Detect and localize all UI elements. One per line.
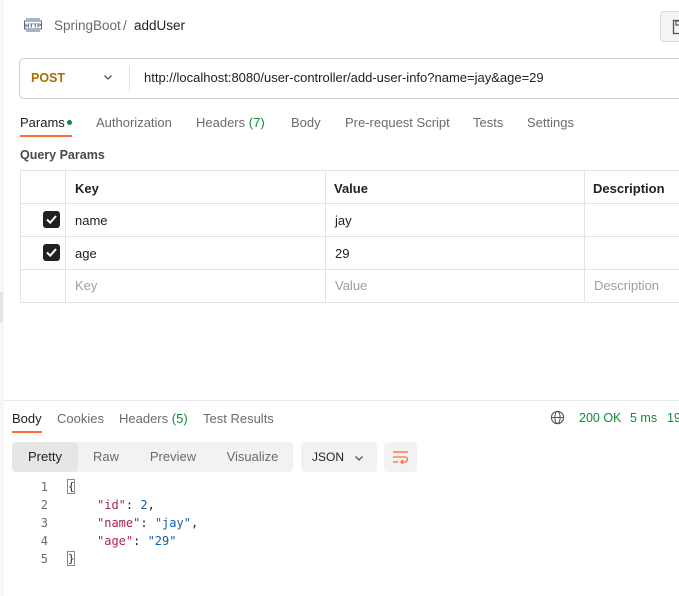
tab-pre-request-script[interactable]: Pre-request Script <box>345 115 450 130</box>
tab-count: (7) <box>248 115 265 130</box>
response-divider <box>4 400 679 401</box>
http-icon: HTTP <box>24 18 42 32</box>
tab-body[interactable]: Body <box>291 115 321 130</box>
chevron-down-icon[interactable] <box>103 72 113 82</box>
tab-headers[interactable]: Headers (7) <box>196 115 265 130</box>
response-status[interactable]: 200 OK <box>579 411 621 425</box>
line-number: 3 <box>40 516 48 530</box>
active-response-tab-underline <box>12 431 42 433</box>
view-visualize-button[interactable]: Visualize <box>212 442 293 472</box>
active-tab-underline <box>20 135 72 137</box>
response-size[interactable]: 19 <box>667 411 679 425</box>
tab-count: (5) <box>171 411 188 426</box>
response-tab-cookies[interactable]: Cookies <box>57 411 104 426</box>
tab-tests[interactable]: Tests <box>473 115 503 130</box>
json-value: "jay" <box>154 516 191 530</box>
line-number: 2 <box>40 498 48 512</box>
column-header-description: Description <box>593 181 665 196</box>
globe-icon[interactable] <box>550 410 565 425</box>
tab-label: Authorization <box>96 115 172 130</box>
line-number: 4 <box>40 534 48 548</box>
json-line: "id": 2, <box>97 498 155 512</box>
checkmark-icon <box>46 248 57 258</box>
table-column-divider <box>584 170 585 303</box>
gutter-resize-handle[interactable] <box>0 292 3 322</box>
breadcrumb-request-name[interactable]: addUser <box>134 18 185 33</box>
new-param-description-input[interactable]: Description <box>594 278 659 293</box>
json-close-brace: } <box>67 551 75 566</box>
column-header-key: Key <box>75 181 99 196</box>
url-input[interactable]: http://localhost:8080/user-controller/ad… <box>144 70 544 85</box>
save-button[interactable] <box>660 11 679 42</box>
table-divider <box>20 203 679 204</box>
wrap-lines-icon <box>393 451 409 465</box>
tab-label: Cookies <box>57 411 104 426</box>
json-key: "name" <box>97 516 141 530</box>
format-label: JSON <box>312 450 345 464</box>
param-key[interactable]: age <box>75 246 97 261</box>
param-checkbox[interactable] <box>43 244 60 261</box>
svg-text:HTTP: HTTP <box>25 24 41 30</box>
json-key: "age" <box>97 534 134 548</box>
url-divider <box>129 66 130 91</box>
response-tab-headers[interactable]: Headers (5) <box>119 411 188 426</box>
param-value[interactable]: 29 <box>335 246 349 261</box>
method-select[interactable]: POST <box>31 71 65 85</box>
view-preview-button[interactable]: Preview <box>134 442 212 472</box>
table-column-divider <box>325 170 326 303</box>
response-tab-body[interactable]: Body <box>12 411 42 426</box>
chevron-down-icon <box>355 456 363 461</box>
param-checkbox[interactable] <box>43 211 60 228</box>
tab-params[interactable]: Params <box>20 115 65 130</box>
line-number: 1 <box>40 480 48 494</box>
new-param-value-input[interactable]: Value <box>335 278 367 293</box>
breadcrumb-collection[interactable]: SpringBoot <box>54 18 121 33</box>
view-pretty-button[interactable]: Pretty <box>12 442 78 472</box>
view-raw-button[interactable]: Raw <box>78 442 134 472</box>
table-column-divider <box>65 170 66 303</box>
response-time[interactable]: 5 ms <box>630 411 657 425</box>
tab-label: Settings <box>527 115 574 130</box>
response-tab-test-results[interactable]: Test Results <box>203 411 274 426</box>
json-line: "age": "29" <box>97 534 177 548</box>
json-open-brace: { <box>67 479 75 494</box>
tab-label: Pre-request Script <box>345 115 450 130</box>
line-number: 5 <box>40 552 48 566</box>
tab-label: Headers <box>119 411 169 426</box>
tab-settings[interactable]: Settings <box>527 115 574 130</box>
param-key[interactable]: name <box>75 213 108 228</box>
tab-label: Body <box>12 411 42 426</box>
json-line: "name": "jay", <box>97 516 199 530</box>
json-key: "id" <box>97 498 126 512</box>
tab-authorization[interactable]: Authorization <box>96 115 172 130</box>
tab-label: Tests <box>473 115 504 130</box>
new-param-key-input[interactable]: Key <box>75 278 97 293</box>
json-value: "29" <box>147 534 177 548</box>
json-value: 2 <box>140 498 148 512</box>
table-divider <box>20 269 679 270</box>
table-divider <box>20 236 679 237</box>
tab-label: Params <box>20 115 65 130</box>
breadcrumb-separator: / <box>123 18 127 33</box>
save-icon <box>672 19 679 35</box>
column-header-value: Value <box>334 181 368 196</box>
tab-label: Headers <box>196 115 246 130</box>
query-params-title: Query Params <box>20 148 105 162</box>
param-value[interactable]: jay <box>335 213 352 228</box>
checkmark-icon <box>46 215 57 225</box>
tab-label: Body <box>291 115 321 130</box>
params-indicator-dot <box>67 120 72 125</box>
tab-label: Test Results <box>203 411 274 426</box>
